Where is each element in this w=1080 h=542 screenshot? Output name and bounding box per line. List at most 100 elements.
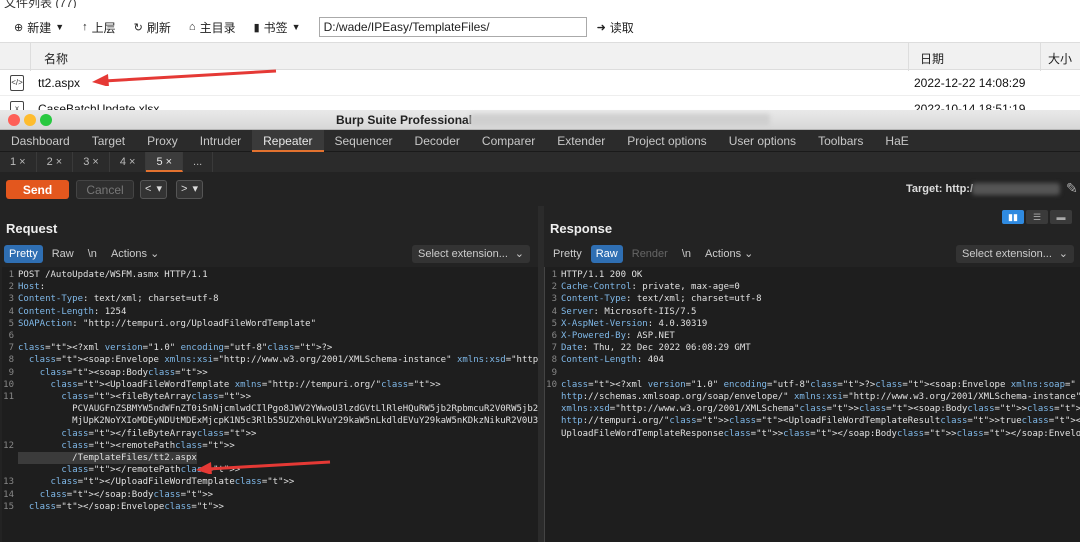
file-name: tt2.aspx — [38, 76, 81, 90]
up-button[interactable]: ↑ 上层 — [74, 15, 124, 39]
read-label: 读取 — [609, 20, 634, 35]
column-date[interactable]: 日期 — [920, 50, 944, 67]
plus-circle-icon: ⊕ — [14, 21, 24, 34]
tab-repeater[interactable]: Repeater — [252, 130, 324, 152]
tab-proxy[interactable]: Proxy — [136, 130, 189, 152]
repeater-tab[interactable]: 4 × — [110, 152, 147, 172]
file-toolbar: ⊕新建▼ ↑上层 ↻刷新 ⌂主目录 ▮书签▼ ➜读取 — [0, 12, 1080, 42]
column-size[interactable]: 大小 — [1048, 50, 1072, 67]
line-number: 3 — [551, 294, 557, 305]
tab-extender[interactable]: Extender — [546, 130, 616, 152]
bookmark-button[interactable]: ▮ 书签 ▼ — [246, 15, 309, 39]
repeater-tab[interactable]: 2 × — [37, 152, 74, 172]
back-arrow-icon: < — [145, 183, 152, 195]
code-line: Server: Microsoft-IIS/7.5 — [561, 306, 697, 317]
tab-project-options[interactable]: Project options — [616, 130, 717, 152]
tab-decoder[interactable]: Decoder — [404, 130, 471, 152]
response-extension-select[interactable]: Select extension... ⌄ — [956, 245, 1074, 263]
line-number: 3 — [8, 294, 14, 305]
column-name[interactable]: 名称 — [44, 50, 68, 67]
code-line: /TemplateFiles/tt2.aspx — [18, 452, 197, 465]
code-line: X-AspNet-Version: 4.0.30319 — [561, 318, 708, 329]
arrow-right-icon: ➜ — [596, 21, 606, 34]
line-number: 7 — [551, 343, 557, 354]
tab-user-options[interactable]: User options — [718, 130, 807, 152]
read-button[interactable]: ➜ 读取 — [589, 15, 642, 39]
code-line: class="t"></UploadFileWordTemplateclass=… — [50, 477, 295, 488]
view-n-button[interactable]: \n — [677, 245, 696, 263]
repeater-tab[interactable]: 1 × — [0, 152, 37, 172]
request-editor[interactable]: 1 POST /AutoUpdate/WSFM.asmx HTTP/1.1 2 Hos… — [2, 267, 538, 542]
line-number: 4 — [551, 306, 557, 317]
split-vertical-icon[interactable]: ☰ — [1026, 210, 1048, 224]
line-number: 7 — [8, 343, 14, 354]
maximize-window-button[interactable] — [40, 114, 52, 126]
view-pretty-button[interactable]: Pretty — [4, 245, 43, 263]
up-label: 上层 — [91, 20, 116, 35]
line-number: 10 — [546, 379, 557, 390]
code-line: Cache-Control: private, max-age=0 — [561, 282, 740, 293]
repeater-tab[interactable]: 5 × — [146, 152, 184, 172]
line-number: 10 — [3, 379, 14, 390]
line-number: 6 — [551, 331, 557, 341]
view-pretty-button[interactable]: Pretty — [548, 245, 587, 263]
file-row[interactable]: </> tt2.aspx 2022-12-22 14:08:29 — [0, 70, 1080, 96]
view-render-button[interactable]: Render — [627, 245, 673, 263]
tab-dashboard[interactable]: Dashboard — [0, 130, 81, 152]
response-editor[interactable]: 1 HTTP/1.1 200 OK 2 Cache-Control: private,… — [544, 267, 1080, 542]
line-number: 11 — [3, 392, 14, 402]
tabs-view-icon[interactable]: ▬ — [1050, 210, 1072, 224]
cancel-button[interactable]: Cancel — [76, 180, 134, 199]
close-window-button[interactable] — [8, 114, 20, 126]
split-horizontal-icon[interactable]: ▮▮ — [1002, 210, 1024, 224]
target-label[interactable]: Target: http:/ — [906, 183, 973, 195]
tab-hae[interactable]: HaE — [874, 130, 919, 152]
tab-comparer[interactable]: Comparer — [471, 130, 546, 152]
history-back-button[interactable]: < ▾ — [140, 180, 167, 199]
pencil-icon[interactable]: ✎ — [1066, 180, 1078, 197]
tab-intruder[interactable]: Intruder — [189, 130, 252, 152]
code-line: class="t"><?xml version="1.0" encoding="… — [561, 379, 1076, 390]
request-title: Request — [6, 221, 58, 236]
select-extension-label: Select extension... — [962, 248, 1052, 260]
code-line: POST /AutoUpdate/WSFM.asmx HTTP/1.1 — [18, 270, 208, 280]
home-button[interactable]: ⌂ 主目录 — [181, 15, 244, 39]
code-line: class="t"><?xml version="1.0" encoding="… — [18, 343, 333, 354]
request-extension-select[interactable]: Select extension... ⌄ — [412, 245, 530, 263]
new-button[interactable]: ⊕ 新建 ▼ — [6, 15, 72, 39]
line-number: 12 — [3, 440, 14, 451]
repeater-tab[interactable]: ... — [183, 152, 214, 172]
code-line: class="t"><fileByteArrayclass="t">> — [61, 392, 252, 402]
view-actions-button[interactable]: Actions ⌄ — [700, 245, 758, 263]
refresh-button[interactable]: ↻ 刷新 — [126, 15, 179, 39]
tab-toolbars[interactable]: Toolbars — [807, 130, 874, 152]
tab-sequencer[interactable]: Sequencer — [324, 130, 404, 152]
redacted-title-region — [470, 114, 770, 126]
refresh-icon: ↻ — [133, 21, 143, 34]
code-line: HTTP/1.1 200 OK — [561, 270, 643, 280]
new-label: 新建 — [27, 20, 52, 35]
repeater-tab[interactable]: 3 × — [73, 152, 110, 172]
code-line: Content-Type: text/xml; charset=utf-8 — [561, 294, 762, 305]
line-number: 1 — [551, 270, 557, 280]
history-forward-button[interactable]: > ▾ — [176, 180, 203, 199]
view-n-button[interactable]: \n — [83, 245, 102, 263]
code-line: class="t"><soap:Envelope xmlns:xsi="http… — [28, 355, 538, 366]
refresh-label: 刷新 — [146, 20, 171, 35]
minimize-window-button[interactable] — [24, 114, 36, 126]
chevron-down-icon: ▼ — [291, 22, 301, 32]
path-input[interactable] — [318, 17, 587, 37]
code-line: SOAPAction: "http://tempuri.org/UploadFi… — [18, 318, 317, 329]
chevron-down-icon: ▾ — [156, 183, 162, 195]
tab-target[interactable]: Target — [81, 130, 136, 152]
column-divider — [908, 43, 909, 71]
send-button[interactable]: Send — [6, 180, 69, 199]
view-actions-button[interactable]: Actions ⌄ — [106, 245, 164, 263]
code-line: Content-Length: 404 — [561, 355, 664, 366]
code-line: class="t"><remotePathclass="t">> — [61, 440, 235, 451]
code-line: xmlns:xsd="http://www.w3.org/2001/XMLSch… — [561, 404, 1080, 415]
view-raw-button[interactable]: Raw — [590, 245, 623, 263]
view-raw-button[interactable]: Raw — [47, 245, 79, 263]
response-title: Response — [550, 221, 613, 236]
code-line: X-Powered-By: ASP.NET — [561, 331, 675, 341]
